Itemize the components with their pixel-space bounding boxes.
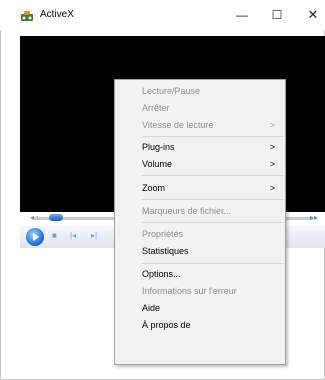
previous-button[interactable]: |◂ [70, 231, 76, 240]
title-bar[interactable]: ActiveX — ☐ ✕ [0, 0, 325, 30]
menu-separator [142, 136, 284, 137]
minimize-button[interactable]: — [225, 3, 259, 27]
menu-item-stop[interactable]: Arrêter [115, 100, 285, 117]
context-menu: Lecture/Pause Arrêter Vitesse de lecture… [114, 79, 286, 365]
stop-button[interactable]: ■ [52, 231, 57, 240]
menu-item-about[interactable]: À propos de [115, 317, 285, 334]
menu-item-plugins[interactable]: Plug-ins > [115, 139, 285, 156]
menu-separator [142, 199, 284, 200]
menu-separator [142, 175, 284, 176]
activex-app-icon [21, 11, 33, 21]
menu-item-playback-speed[interactable]: Vitesse de lecture > [115, 117, 285, 134]
menu-item-help[interactable]: Aide [115, 300, 285, 317]
menu-item-error-info[interactable]: Informations sur l'erreur [115, 283, 285, 300]
submenu-arrow-icon: > [269, 183, 275, 193]
seek-thumb[interactable] [49, 214, 64, 221]
menu-item-zoom[interactable]: Zoom > [115, 180, 285, 197]
play-icon [33, 233, 39, 241]
menu-item-volume[interactable]: Volume > [115, 156, 285, 173]
window-title: ActiveX [40, 9, 74, 20]
menu-item-properties[interactable]: Propriétés [115, 226, 285, 243]
seek-right-icon: ▸▸ [310, 213, 319, 222]
maximize-button[interactable]: ☐ [260, 3, 294, 27]
menu-item-statistics[interactable]: Statistiques [115, 243, 285, 260]
submenu-arrow-icon: > [269, 142, 275, 152]
menu-item-play-pause[interactable]: Lecture/Pause [115, 83, 285, 100]
next-button[interactable]: ▸| [91, 231, 97, 240]
submenu-arrow-icon: > [269, 159, 275, 169]
menu-item-file-markers[interactable]: Marqueurs de fichier... [115, 203, 285, 220]
close-button[interactable]: ✕ [296, 3, 325, 27]
menu-separator [142, 222, 284, 223]
menu-separator [142, 263, 284, 264]
submenu-arrow-icon: > [269, 120, 275, 130]
menu-item-options[interactable]: Options... [115, 266, 285, 283]
